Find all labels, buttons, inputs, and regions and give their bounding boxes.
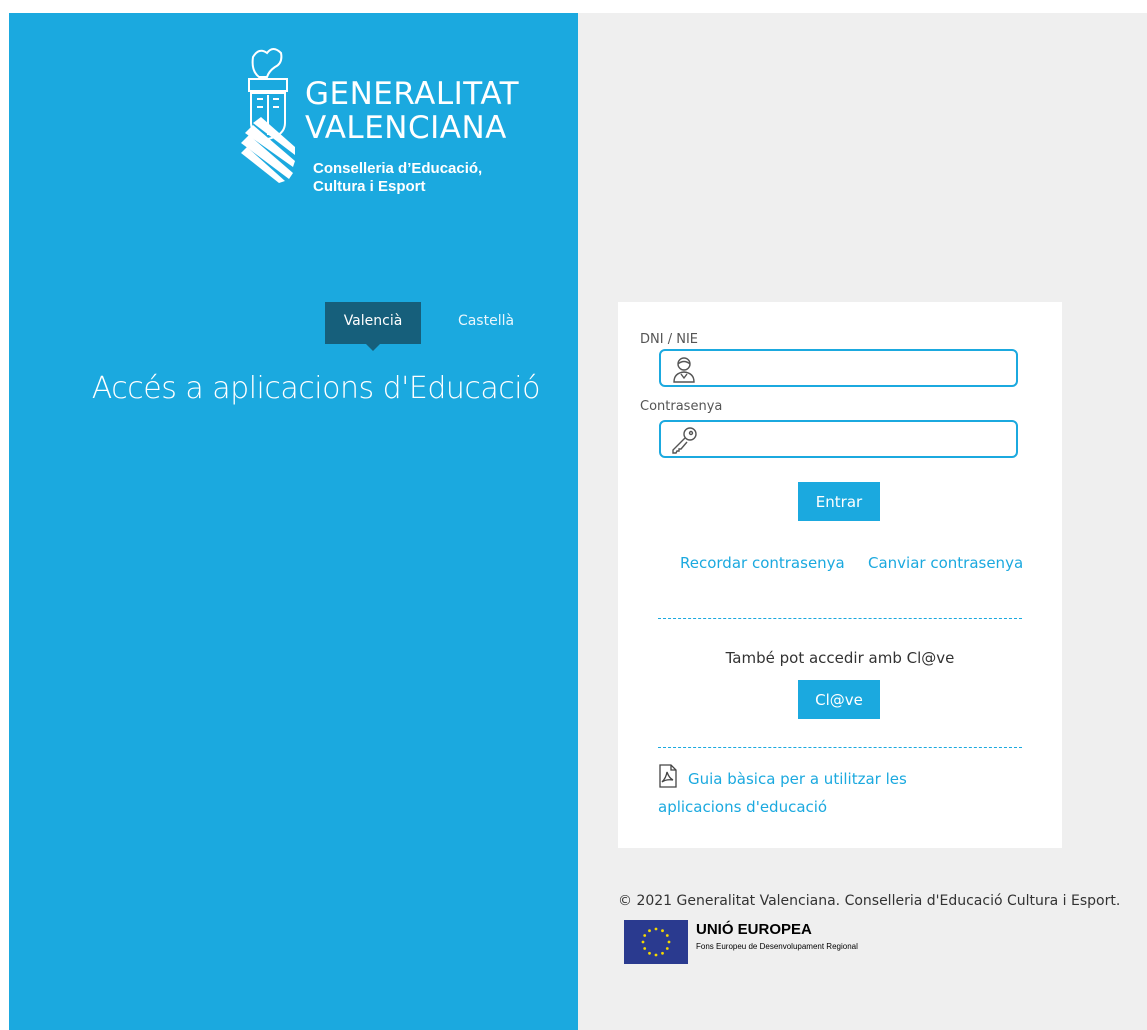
user-field-label: DNI / NIE (640, 332, 698, 347)
right-panel: DNI / NIE Contrasenya Entrar Recordar co… (578, 13, 1147, 1030)
copyright-text: © 2021 Generalitat Valenciana. Conseller… (618, 893, 1121, 909)
tab-castella[interactable]: Castellà (441, 302, 531, 344)
submit-button[interactable]: Entrar (798, 482, 880, 521)
generalitat-crest-icon (241, 48, 295, 183)
department-line1: Conselleria d’Educació, (313, 160, 483, 177)
page-title: Accés a aplicacions d'Educació (91, 371, 541, 406)
change-password-link[interactable]: Canviar contrasenya (868, 554, 1023, 572)
password-field-label: Contrasenya (640, 399, 723, 414)
pdf-file-icon (659, 764, 677, 788)
key-icon (672, 427, 697, 454)
org-name-line2: VALENCIANA (305, 110, 507, 146)
eu-funding-block: UNIÓ EUROPEA Fons Europeu de Desenvolupa… (624, 920, 984, 976)
generalitat-logo: GENERALITAT VALENCIANA Conselleria d’Edu… (239, 43, 539, 213)
eu-title: UNIÓ EUROPEA (696, 921, 812, 938)
remember-password-link[interactable]: Recordar contrasenya (680, 554, 845, 572)
department-name: Conselleria d’Educació, Cultura i Esport (313, 160, 482, 196)
tab-valencia[interactable]: Valencià (325, 302, 421, 351)
department-line2: Cultura i Esport (313, 178, 426, 195)
user-field[interactable] (659, 349, 1018, 387)
divider-bottom (658, 747, 1022, 748)
org-name-line1: GENERALITAT (305, 76, 520, 112)
login-card: DNI / NIE Contrasenya Entrar Recordar co… (618, 302, 1062, 848)
user-icon (673, 357, 695, 383)
divider-top (658, 618, 1022, 619)
eu-subtitle: Fons Europeu de Desenvolupament Regional (696, 942, 858, 951)
clave-intro-text: També pot accedir amb Cl@ve (725, 649, 955, 667)
user-input[interactable] (705, 355, 1009, 383)
guide-link[interactable]: Guia bàsica per a utilitzar les aplicaci… (658, 764, 988, 821)
left-panel: GENERALITAT VALENCIANA Conselleria d’Edu… (9, 13, 578, 1030)
clave-button[interactable]: Cl@ve (798, 680, 880, 719)
password-input[interactable] (705, 426, 1009, 454)
eu-flag-icon (624, 920, 688, 964)
org-name: GENERALITAT VALENCIANA (305, 77, 519, 145)
guide-link-text[interactable]: Guia bàsica per a utilitzar les aplicaci… (658, 770, 907, 816)
password-field[interactable] (659, 420, 1018, 458)
